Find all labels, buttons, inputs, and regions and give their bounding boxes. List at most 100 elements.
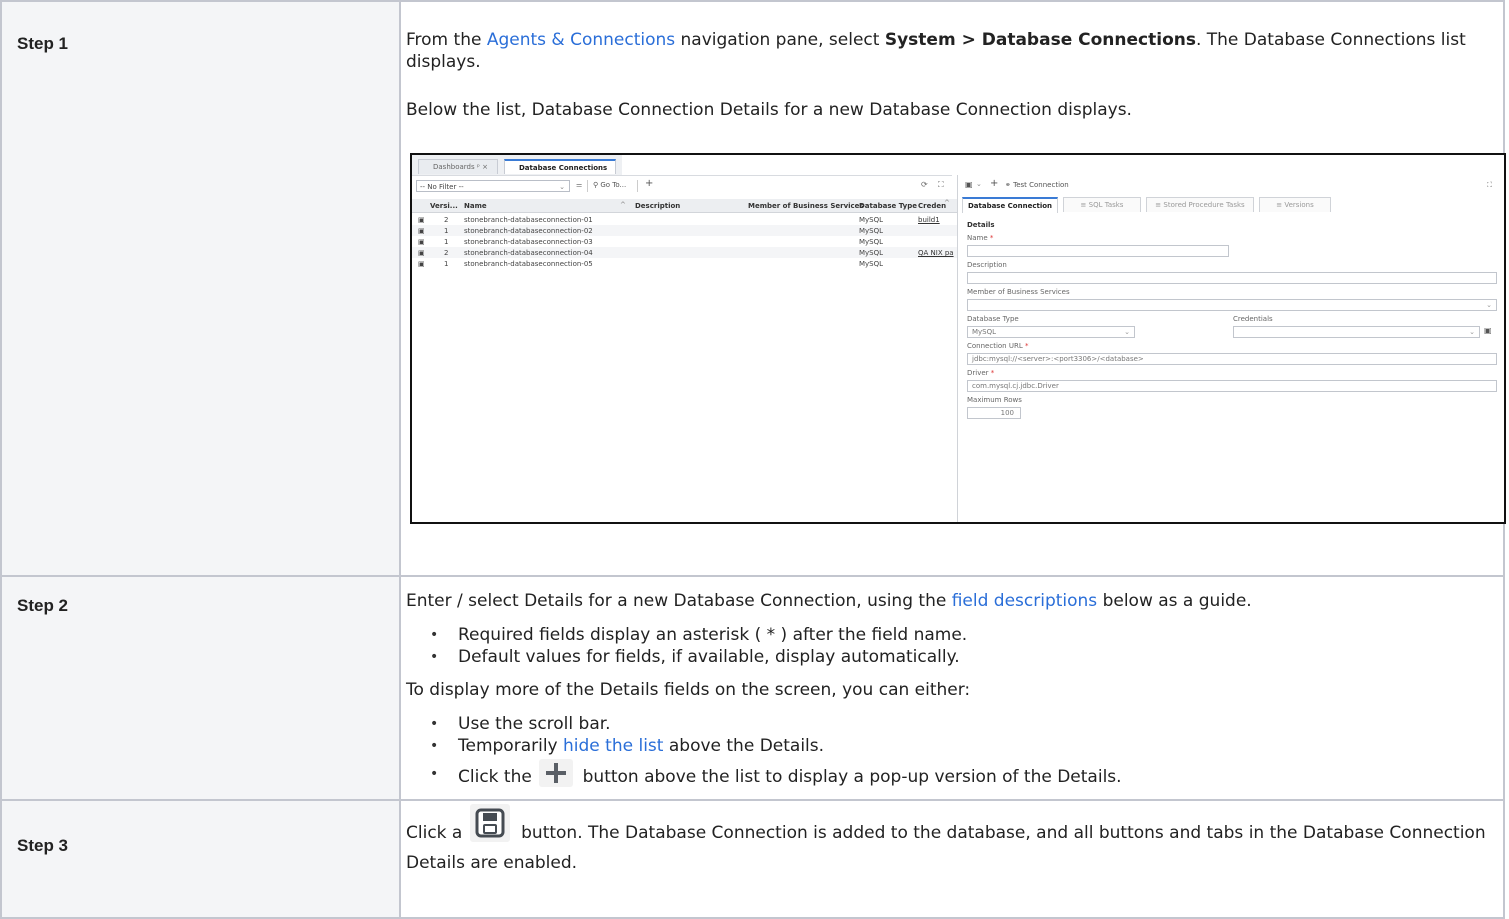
column-member[interactable]: Member of Business Services [748,202,864,210]
expand-icon[interactable]: ⛶ [1487,181,1492,190]
row-credentials[interactable]: build1 [918,216,940,224]
row-type: MySQL [859,238,884,246]
chevron-down-icon: ⌄ [1486,301,1492,309]
text: above the Details. [663,736,825,756]
goto-button[interactable]: ⚲ Go To... [593,181,626,189]
filter-icon[interactable]: ⚌ [576,181,582,189]
row-credentials[interactable]: QA NIX pa [918,249,954,257]
database-connections-screenshot: Dashboards ᵖ × Database Connections × --… [410,153,1506,524]
tab-database-connection[interactable]: Database Connection [962,197,1058,213]
text: Click the [458,767,538,787]
row-version: 2 [444,249,449,257]
label-text: Connection URL [967,342,1023,350]
text: Temporarily [458,736,564,756]
text: button. The Database Connection is added… [406,823,1486,873]
chevron-down-icon: ⌄ [559,183,565,191]
row-checkbox-icon[interactable]: ▣ [418,227,425,235]
search-icon: ⚲ [593,181,599,189]
member-select[interactable]: ⌄ [967,299,1497,311]
tab-label: Dashboards [433,163,475,171]
divider [587,180,588,192]
row-checkbox-icon[interactable]: ▣ [418,260,425,268]
required-marker: * [1024,342,1029,350]
row-checkbox-icon[interactable]: ▣ [418,249,425,257]
row-name[interactable]: stonebranch-databaseconnection-01 [464,216,593,224]
step-title: Step 1 [17,34,69,53]
test-connection-label: Test Connection [1013,181,1069,189]
step-row-3: Step 3 Click a button. The Database Conn… [0,799,1505,919]
driver-field[interactable]: com.mysql.cj.jdbc.Driver [967,380,1497,392]
row-version: 1 [444,260,449,268]
column-version[interactable]: Versi... [430,202,458,210]
step-title: Step 2 [17,596,69,615]
credentials-select[interactable]: ⌄ [1233,326,1480,338]
plus-icon [539,759,574,787]
name-label: Name * [967,234,993,242]
row-name[interactable]: stonebranch-databaseconnection-05 [464,260,593,268]
label-text: Driver [967,369,989,377]
save-icon[interactable]: ▣ [965,180,973,189]
row-checkbox-icon[interactable]: ▣ [418,238,425,246]
close-icon[interactable]: × [482,163,488,171]
text: From the [406,30,487,50]
test-connection-button[interactable]: ⚭ Test Connection [1005,181,1069,189]
row-version: 1 [444,238,449,246]
credentials-label: Credentials [1233,315,1273,323]
row-type: MySQL [859,216,884,224]
tab-sql-tasks[interactable]: ≡ SQL Tasks [1063,197,1141,212]
row-type: MySQL [859,260,884,268]
credentials-details-icon[interactable]: ▣ [1484,326,1492,335]
row-type: MySQL [859,249,884,257]
column-credentials[interactable]: Creden [918,202,946,210]
step-body-cell: Enter / select Details for a new Databas… [399,575,1505,801]
tab-versions[interactable]: ≡ Versions [1259,197,1331,212]
add-icon[interactable]: + [645,178,653,189]
tab-database-connections[interactable]: Database Connections × [504,159,616,187]
chevron-down-icon[interactable]: ⌄ [976,180,982,188]
pane-splitter[interactable] [957,175,958,522]
row-checkbox-icon[interactable]: ▣ [418,216,425,224]
tab-dashboards[interactable]: Dashboards ᵖ × [418,159,498,174]
step-body-cell: Click a button. The Database Connection … [399,799,1505,919]
list-item: Use the scroll bar. [401,713,1503,735]
hide-the-list-link[interactable]: hide the list [563,736,663,756]
chevron-down-icon: ⌄ [1469,328,1475,336]
add-icon[interactable]: + [990,178,998,189]
row-name[interactable]: stonebranch-databaseconnection-02 [464,227,593,235]
column-database-type[interactable]: Database Type [859,202,917,210]
step-title: Step 3 [17,836,69,855]
row-name[interactable]: stonebranch-databaseconnection-03 [464,238,593,246]
name-field[interactable] [967,245,1229,257]
goto-label: Go To... [600,181,627,189]
connection-url-field[interactable]: jdbc:mysql://<server>:<port3306>/<databa… [967,353,1497,365]
member-label: Member of Business Services [967,288,1070,296]
list-item: Temporarily hide the list above the Deta… [401,735,1503,757]
column-name[interactable]: Name [464,202,487,210]
tab-label: Versions [1284,201,1314,209]
step-3-paragraph: Click a button. The Database Connection … [401,804,1503,875]
filter-select[interactable]: -- No Filter -- ⌄ [416,180,570,192]
required-info-list: Required fields display an asterisk ( * … [401,624,1503,668]
description-field[interactable] [967,272,1497,284]
step-1-paragraph-2: Below the list, Database Connection Deta… [406,100,1132,120]
chevron-down-icon: ⌄ [1124,328,1130,336]
maximum-rows-field[interactable]: 100 [967,407,1021,419]
step-1-paragraph: From the Agents & Connections navigation… [401,29,1503,73]
sort-icon: ^ [620,201,626,209]
maximum-rows-label: Maximum Rows [967,396,1022,404]
details-heading: Details [967,221,995,229]
refresh-icon[interactable]: ⟳ [921,180,928,189]
column-description[interactable]: Description [635,202,680,210]
tab-label: Database Connections [519,164,608,172]
agents-connections-link[interactable]: Agents & Connections [487,30,675,50]
field-descriptions-link[interactable]: field descriptions [952,591,1097,611]
label-text: Name [967,234,988,242]
database-type-select[interactable]: MySQL ⌄ [967,326,1135,338]
filter-value: -- No Filter -- [420,183,464,191]
tab-stored-procedure-tasks[interactable]: ≡ Stored Procedure Tasks [1146,197,1254,212]
row-version: 2 [444,216,449,224]
expand-icon[interactable]: ⛶ [938,180,944,190]
display-more-text: To display more of the Details fields on… [406,680,971,700]
step-label-cell: Step 3 [0,799,401,919]
row-name[interactable]: stonebranch-databaseconnection-04 [464,249,593,257]
